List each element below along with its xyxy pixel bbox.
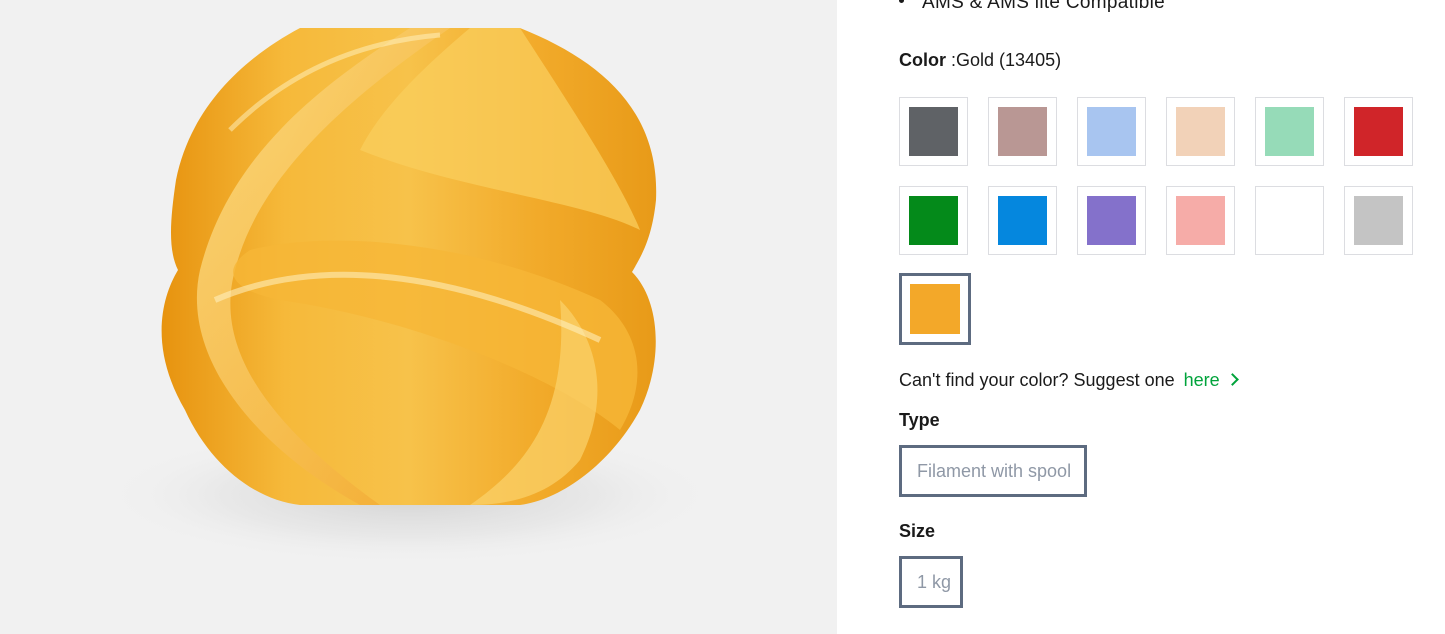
swatch-color-chip bbox=[998, 196, 1047, 245]
swatch-beige[interactable] bbox=[1166, 97, 1235, 166]
product-options-panel: AMS & AMS lite Compatible Color :Gold (1… bbox=[899, 0, 1429, 634]
swatch-gray[interactable] bbox=[899, 97, 968, 166]
type-label: Type bbox=[899, 410, 940, 430]
swatch-color-chip bbox=[1265, 107, 1314, 156]
suggest-text: Can't find your color? Suggest one bbox=[899, 370, 1175, 390]
swatch-color-chip bbox=[1354, 107, 1403, 156]
swatch-purple[interactable] bbox=[1077, 186, 1146, 255]
color-value: :Gold (13405) bbox=[951, 50, 1062, 70]
swatch-blue[interactable] bbox=[988, 186, 1057, 255]
chevron-right-icon bbox=[1225, 373, 1239, 386]
color-heading: Color :Gold (13405) bbox=[899, 50, 1061, 71]
size-option-1kg[interactable]: 1 kg bbox=[899, 556, 963, 608]
type-option-filament-with-spool[interactable]: Filament with spool bbox=[899, 445, 1087, 497]
feature-bullet: AMS & AMS lite Compatible bbox=[899, 0, 1165, 14]
suggest-link-label: here bbox=[1183, 370, 1220, 390]
swatch-green[interactable] bbox=[899, 186, 968, 255]
swatch-gold[interactable] bbox=[899, 273, 971, 345]
swatch-mauve[interactable] bbox=[988, 97, 1057, 166]
swatch-color-chip bbox=[1176, 107, 1225, 156]
swatch-red[interactable] bbox=[1344, 97, 1413, 166]
color-label: Color bbox=[899, 50, 946, 70]
size-label: Size bbox=[899, 521, 936, 541]
swatch-silver[interactable] bbox=[1344, 186, 1413, 255]
product-image-gallery bbox=[0, 0, 837, 634]
swatch-color-chip bbox=[1087, 196, 1136, 245]
swatch-color-chip bbox=[1087, 107, 1136, 156]
swatch-white[interactable] bbox=[1255, 186, 1324, 255]
feature-text: AMS & AMS lite Compatible bbox=[922, 0, 1165, 13]
suggest-color-row: Can't find your color? Suggest one here bbox=[899, 370, 1239, 391]
product-image-gold-vase bbox=[100, 28, 720, 565]
bullet-icon bbox=[899, 0, 904, 4]
swatch-pink[interactable] bbox=[1166, 186, 1235, 255]
swatch-mint[interactable] bbox=[1255, 97, 1324, 166]
swatch-color-chip bbox=[1354, 196, 1403, 245]
swatch-color-chip bbox=[909, 107, 958, 156]
swatch-color-chip bbox=[910, 284, 960, 334]
swatch-color-chip bbox=[998, 107, 1047, 156]
swatch-color-chip bbox=[1265, 196, 1314, 245]
suggest-color-link[interactable]: here bbox=[1183, 370, 1239, 390]
swatch-color-chip bbox=[1176, 196, 1225, 245]
swatch-color-chip bbox=[909, 196, 958, 245]
swatch-light-blue[interactable] bbox=[1077, 97, 1146, 166]
